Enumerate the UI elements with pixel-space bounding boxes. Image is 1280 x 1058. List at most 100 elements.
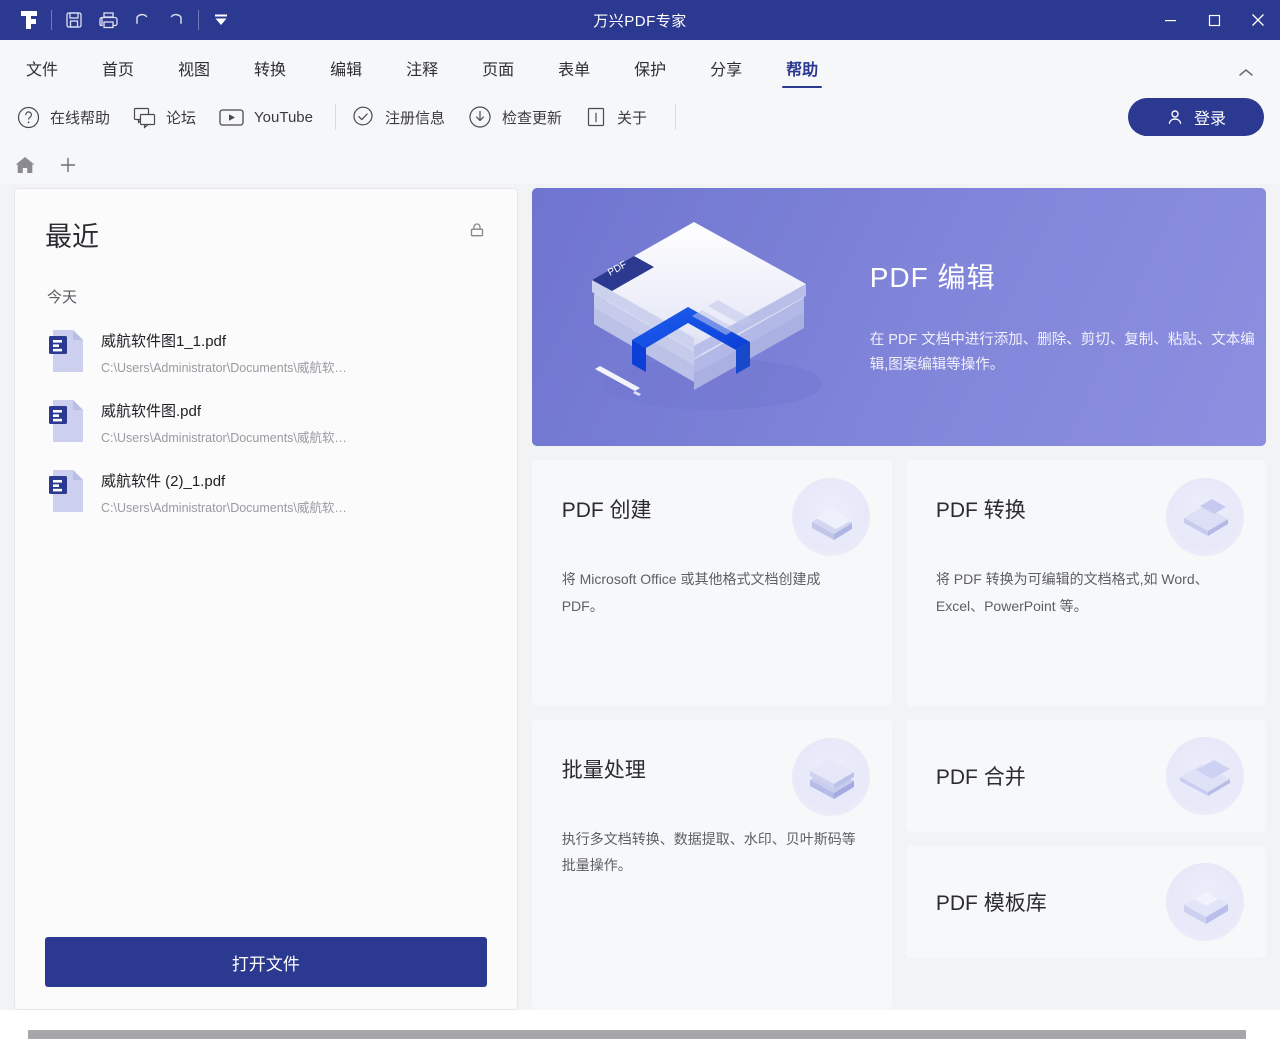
youtube-icon	[218, 106, 245, 128]
card-column-right: PDF 转换 将 PDF 转换为可编辑的文档格式,如 Word、Excel、Po…	[906, 460, 1266, 706]
recent-panel: 最近 今天	[14, 188, 518, 1010]
registration-info-button[interactable]: 注册信息	[350, 104, 445, 130]
recent-file-list: 威航软件图1_1.pdf C:\Users\Administrator\Docu…	[45, 317, 487, 527]
toolbar-divider-2	[675, 104, 676, 130]
recent-file-item[interactable]: 威航软件图1_1.pdf C:\Users\Administrator\Docu…	[45, 317, 487, 387]
document-tab-strip	[0, 146, 1280, 184]
recent-file-meta: 威航软件图1_1.pdf C:\Users\Administrator\Docu…	[101, 328, 347, 376]
print-icon[interactable]	[91, 5, 125, 35]
card-description: 执行多文档转换、数据提取、水印、贝叶斯码等批量操作。	[562, 826, 862, 879]
card-batch-process[interactable]: 批量处理 执行多文档转换、数据提取、水印、贝叶斯码等批量操作。	[532, 720, 892, 1010]
recent-file-item[interactable]: 威航软件图.pdf C:\Users\Administrator\Documen…	[45, 387, 487, 457]
youtube-label: YouTube	[254, 109, 313, 126]
undo-icon[interactable]	[125, 5, 159, 35]
ribbon-tab-bar: 文件 首页 视图 转换 编辑 注释 页面 表单 保护 分享 帮助	[0, 40, 1280, 88]
template-illustration	[1166, 863, 1244, 941]
tab-edit[interactable]: 编辑	[320, 63, 372, 88]
card-column-left-2: 批量处理 执行多文档转换、数据提取、水印、贝叶斯码等批量操作。	[532, 720, 892, 1010]
minimize-button[interactable]	[1148, 0, 1192, 40]
youtube-button[interactable]: YouTube	[218, 106, 313, 128]
info-icon	[584, 105, 608, 129]
recent-file-name: 威航软件图1_1.pdf	[101, 330, 347, 351]
login-button[interactable]: 登录	[1128, 98, 1264, 136]
forum-icon	[132, 105, 157, 130]
main-content: 最近 今天	[0, 184, 1280, 1010]
tab-home[interactable]: 首页	[92, 63, 144, 88]
tab-help[interactable]: 帮助	[776, 63, 828, 88]
card-column-left: PDF 创建 将 Microsoft Office 或其他格式文档创建成 PDF…	[532, 460, 892, 706]
recent-header: 最近	[45, 215, 487, 254]
login-label: 登录	[1194, 105, 1226, 129]
convert-illustration	[1166, 478, 1244, 556]
recent-file-path: C:\Users\Administrator\Documents\威航软…	[101, 357, 347, 376]
application-window: 万兴PDF专家 文件 首页 视图 转换 编辑 注释 页面 表单 保护 分享 帮助	[0, 0, 1280, 1058]
qat-divider-2	[198, 10, 199, 30]
open-file-button[interactable]: 打开文件	[45, 937, 487, 987]
hero-description: 在 PDF 文档中进行添加、删除、剪切、复制、粘贴、文本编辑,图案编辑等操作。	[870, 328, 1266, 379]
card-description: 将 PDF 转换为可编辑的文档格式,如 Word、Excel、PowerPoin…	[936, 566, 1236, 619]
tab-file[interactable]: 文件	[16, 63, 68, 88]
pdf-stack-illustration: PDF	[532, 188, 862, 446]
tab-convert[interactable]: 转换	[244, 63, 296, 88]
customize-quick-access-icon[interactable]	[204, 5, 238, 35]
pin-icon[interactable]	[467, 215, 487, 241]
tab-form[interactable]: 表单	[548, 63, 600, 88]
app-logo-icon[interactable]	[12, 5, 46, 35]
horizontal-scrollbar-track[interactable]	[10, 1030, 1270, 1039]
recent-file-meta: 威航软件图.pdf C:\Users\Administrator\Documen…	[101, 398, 347, 446]
close-button[interactable]	[1236, 0, 1280, 40]
tab-share[interactable]: 分享	[700, 63, 752, 88]
hero-text: PDF 编辑 在 PDF 文档中进行添加、删除、剪切、复制、粘贴、文本编辑,图案…	[862, 256, 1266, 379]
create-illustration	[792, 478, 870, 556]
online-help-button[interactable]: 在线帮助	[16, 105, 110, 130]
recent-file-path: C:\Users\Administrator\Documents\威航软…	[101, 427, 347, 446]
about-button[interactable]: 关于	[584, 105, 647, 129]
tab-comment[interactable]: 注释	[396, 63, 448, 88]
hero-card-pdf-edit[interactable]: PDF PDF 编辑	[532, 188, 1266, 446]
recent-file-name: 威航软件 (2)_1.pdf	[101, 470, 347, 491]
tab-view[interactable]: 视图	[168, 63, 220, 88]
forum-label: 论坛	[166, 107, 196, 128]
ribbon-toolbar: 在线帮助 论坛 YouTube	[0, 88, 1280, 146]
card-grid: PDF 创建 将 Microsoft Office 或其他格式文档创建成 PDF…	[532, 460, 1266, 1010]
plus-icon[interactable]	[58, 155, 78, 175]
card-column-right-2: PDF 合并 PDF 模板库	[906, 720, 1266, 1010]
card-pdf-convert[interactable]: PDF 转换 将 PDF 转换为可编辑的文档格式,如 Word、Excel、Po…	[906, 460, 1266, 706]
home-icon[interactable]	[14, 155, 36, 175]
recent-group-label: 今天	[47, 286, 487, 307]
online-help-label: 在线帮助	[50, 107, 110, 128]
download-circle-icon	[467, 104, 493, 130]
merge-illustration	[1166, 737, 1244, 815]
card-pdf-template-library[interactable]: PDF 模板库	[906, 846, 1266, 958]
pdf-file-icon	[47, 468, 87, 514]
about-label: 关于	[617, 107, 647, 128]
chevron-up-icon[interactable]	[1238, 67, 1264, 88]
check-update-label: 检查更新	[502, 107, 562, 128]
recent-file-path: C:\Users\Administrator\Documents\威航软…	[101, 497, 347, 516]
qat-divider-1	[51, 10, 52, 30]
card-pdf-create[interactable]: PDF 创建 将 Microsoft Office 或其他格式文档创建成 PDF…	[532, 460, 892, 706]
card-pdf-merge[interactable]: PDF 合并	[906, 720, 1266, 832]
registration-info-label: 注册信息	[385, 107, 445, 128]
horizontal-scrollbar-thumb[interactable]	[28, 1030, 1246, 1039]
recent-title: 最近	[45, 215, 99, 254]
check-update-button[interactable]: 检查更新	[467, 104, 562, 130]
recent-file-item[interactable]: 威航软件 (2)_1.pdf C:\Users\Administrator\Do…	[45, 457, 487, 527]
title-bar: 万兴PDF专家	[0, 0, 1280, 40]
check-circle-icon	[350, 104, 376, 130]
card-description: 将 Microsoft Office 或其他格式文档创建成 PDF。	[562, 566, 862, 619]
horizontal-scrollbar-area	[0, 1010, 1280, 1058]
quick-access-toolbar	[0, 5, 238, 35]
batch-illustration	[792, 738, 870, 816]
recent-file-name: 威航软件图.pdf	[101, 400, 347, 421]
user-icon	[1166, 108, 1184, 126]
pdf-file-icon	[47, 398, 87, 444]
save-icon[interactable]	[57, 5, 91, 35]
tab-page[interactable]: 页面	[472, 63, 524, 88]
feature-cards: PDF PDF 编辑	[532, 188, 1266, 1010]
tab-protect[interactable]: 保护	[624, 63, 676, 88]
maximize-button[interactable]	[1192, 0, 1236, 40]
forum-button[interactable]: 论坛	[132, 105, 196, 130]
redo-icon[interactable]	[159, 5, 193, 35]
toolbar-divider	[335, 104, 336, 130]
